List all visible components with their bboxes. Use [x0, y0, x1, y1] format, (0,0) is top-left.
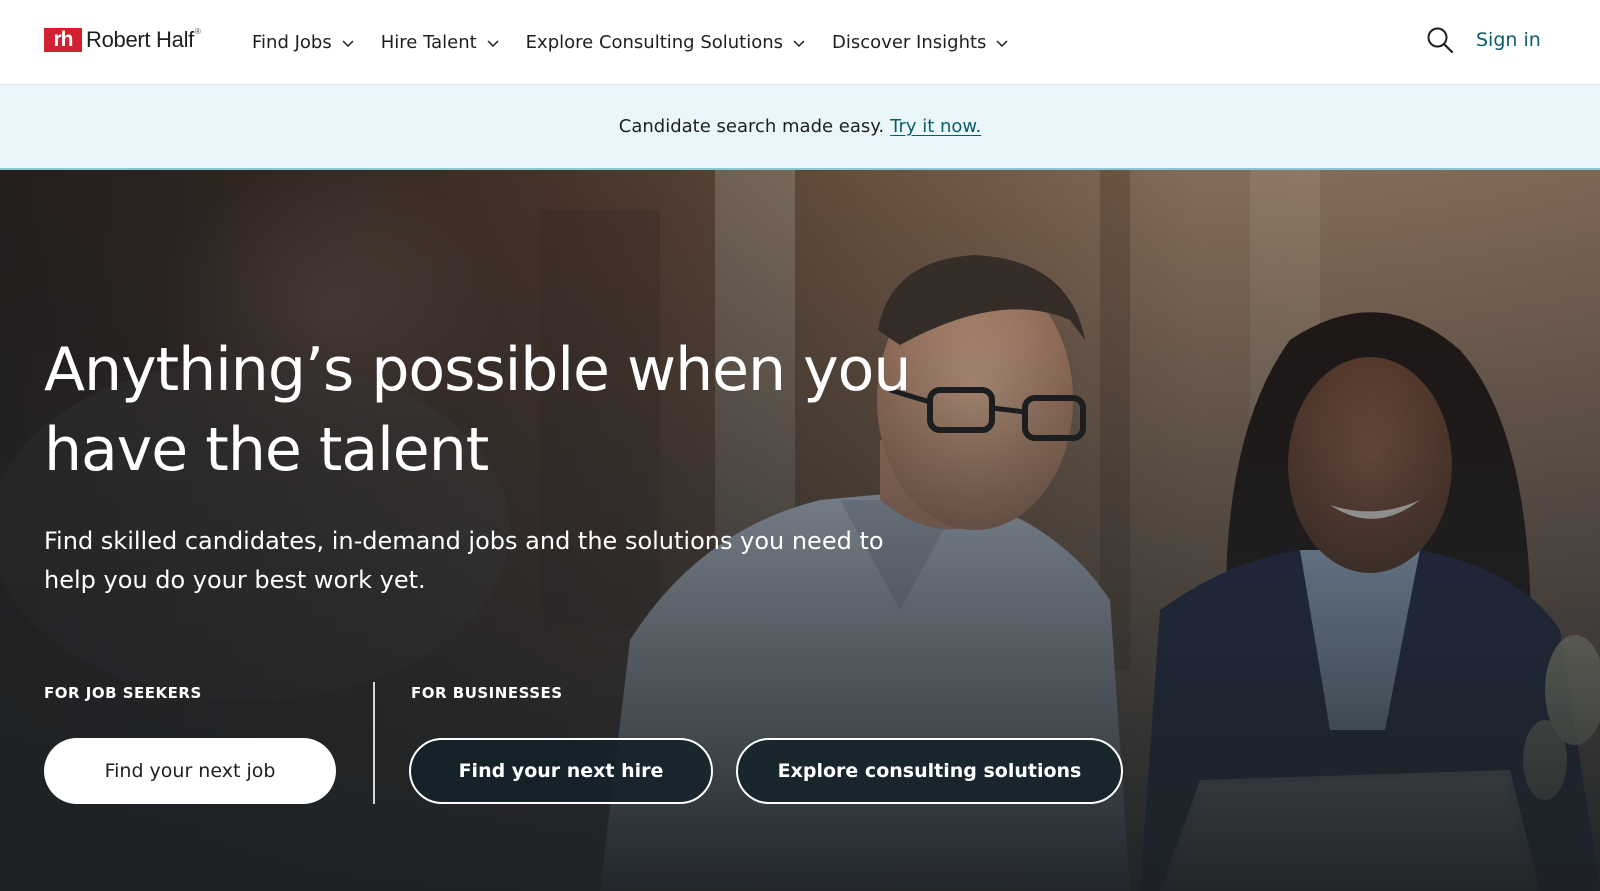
explore-consulting-button[interactable]: Explore consulting solutions: [736, 738, 1123, 804]
businesses-label: FOR BUSINESSES: [411, 684, 563, 702]
nav-discover-insights-label: Discover Insights: [832, 31, 987, 53]
chevron-down-icon: [342, 40, 354, 48]
headline-line-2: have the talent: [44, 415, 489, 485]
chevron-down-icon: [996, 40, 1008, 48]
find-next-hire-button[interactable]: Find your next hire: [409, 738, 713, 804]
robert-half-logo[interactable]: rh Robert Half®: [44, 27, 201, 53]
logo-mark: rh: [44, 28, 82, 52]
headline-line-1: Anything’s possible when you: [44, 335, 911, 405]
nav-explore-consulting-label: Explore Consulting Solutions: [525, 31, 784, 53]
hero-subheading: Find skilled candidates, in-demand jobs …: [44, 522, 924, 600]
announcement-text: Candidate search made easy.: [618, 116, 885, 137]
site-header: rh Robert Half® Find Jobs Hire Talent Ex…: [0, 0, 1600, 85]
chevron-down-icon: [793, 40, 805, 48]
subhead-line-2: help you do your best work yet.: [44, 566, 426, 594]
hero-headline: Anything’s possible when you have the ta…: [44, 330, 924, 490]
hero-content: Anything’s possible when you have the ta…: [0, 170, 1600, 891]
subhead-line-1: Find skilled candidates, in-demand jobs …: [44, 527, 884, 555]
nav-hire-talent-label: Hire Talent: [380, 31, 477, 53]
search-icon: [1427, 27, 1454, 54]
nav-discover-insights[interactable]: Discover Insights: [832, 32, 1008, 53]
nav-find-jobs-label: Find Jobs: [252, 31, 332, 53]
main-nav: Find Jobs Hire Talent Explore Consulting…: [252, 0, 1035, 84]
job-seekers-label: FOR JOB SEEKERS: [44, 684, 202, 702]
sign-in-link[interactable]: Sign in: [1476, 29, 1541, 51]
trademark-symbol: ®: [194, 27, 201, 36]
section-divider: [373, 682, 375, 804]
announcement-bar: Candidate search made easy. Try it now.: [0, 85, 1600, 170]
search-button[interactable]: [1426, 26, 1454, 54]
try-it-now-link[interactable]: Try it now.: [890, 116, 981, 137]
nav-explore-consulting[interactable]: Explore Consulting Solutions: [526, 32, 805, 53]
chevron-down-icon: [487, 40, 499, 48]
logo-wordmark: Robert Half®: [86, 27, 201, 53]
hero-section: Anything’s possible when you have the ta…: [0, 170, 1600, 891]
nav-hire-talent[interactable]: Hire Talent: [381, 32, 499, 53]
find-next-job-button[interactable]: Find your next job: [44, 738, 336, 804]
nav-find-jobs[interactable]: Find Jobs: [252, 32, 354, 53]
brand-name: Robert Half: [86, 27, 194, 52]
